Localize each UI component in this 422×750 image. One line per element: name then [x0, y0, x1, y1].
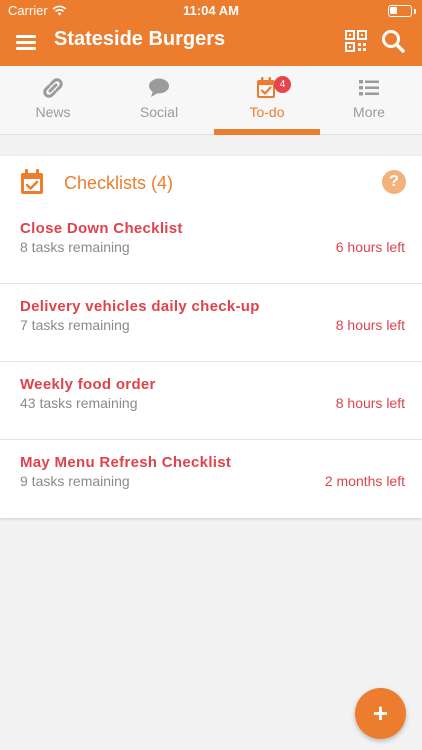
tab-todo-label: To-do [249, 104, 285, 120]
battery-icon [388, 5, 412, 17]
checklist-item[interactable]: Close Down Checklist 8 tasks remaining 6… [0, 206, 422, 284]
checklist-name: May Menu Refresh Checklist [20, 454, 232, 471]
chat-bubble-icon [149, 78, 169, 97]
status-bar: Carrier 11:04 AM [0, 0, 422, 22]
checklist-item[interactable]: Delivery vehicles daily check-up 7 tasks… [0, 284, 422, 362]
active-tab-indicator [214, 129, 320, 135]
calendar-check-icon [21, 169, 43, 194]
qr-code-icon[interactable] [344, 29, 368, 53]
tab-more-label: More [353, 104, 385, 120]
status-time: 11:04 AM [183, 3, 239, 18]
tab-social[interactable]: Social [106, 66, 212, 135]
checklist-due: 2 months left [324, 473, 405, 489]
checklist-name: Weekly food order [20, 376, 156, 393]
list-icon [359, 80, 379, 96]
checklist-remaining: 43 tasks remaining [20, 395, 138, 411]
tab-more[interactable]: More [316, 66, 422, 135]
help-icon[interactable]: ? [382, 170, 406, 194]
link-icon [43, 78, 63, 98]
checklists-title: Checklists (4) [64, 173, 174, 193]
checklist-due: 8 hours left [335, 317, 405, 333]
checklists-card: Checklists (4) ? Close Down Checklist 8 … [0, 156, 422, 518]
hamburger-menu-icon[interactable] [16, 32, 40, 56]
tab-social-label: Social [139, 104, 179, 120]
checklist-due: 6 hours left [335, 239, 405, 255]
checklists-header: Checklists (4) ? [0, 156, 422, 206]
battery-tip [414, 9, 416, 14]
checklist-remaining: 7 tasks remaining [20, 317, 130, 333]
tab-news[interactable]: News [0, 66, 106, 135]
tab-bar: News Social 4 To-do More [0, 66, 422, 135]
checklist-due: 8 hours left [335, 395, 405, 411]
todo-badge: 4 [274, 76, 291, 93]
tab-news-label: News [35, 104, 71, 120]
app-bar: Stateside Burgers [0, 22, 422, 66]
checklist-remaining: 8 tasks remaining [20, 239, 130, 255]
checklist-item[interactable]: May Menu Refresh Checklist 9 tasks remai… [0, 440, 422, 518]
search-icon[interactable] [380, 28, 406, 54]
checklist-name: Close Down Checklist [20, 220, 183, 237]
tab-todo[interactable]: 4 To-do [214, 66, 320, 135]
app-title: Stateside Burgers [54, 28, 226, 50]
checklist-remaining: 9 tasks remaining [20, 473, 130, 489]
checklist-item[interactable]: Weekly food order 43 tasks remaining 8 h… [0, 362, 422, 440]
add-checklist-button[interactable]: + [355, 688, 406, 739]
app-header: Carrier 11:04 AM Stateside Burgers [0, 0, 422, 66]
checklist-name: Delivery vehicles daily check-up [20, 298, 260, 315]
